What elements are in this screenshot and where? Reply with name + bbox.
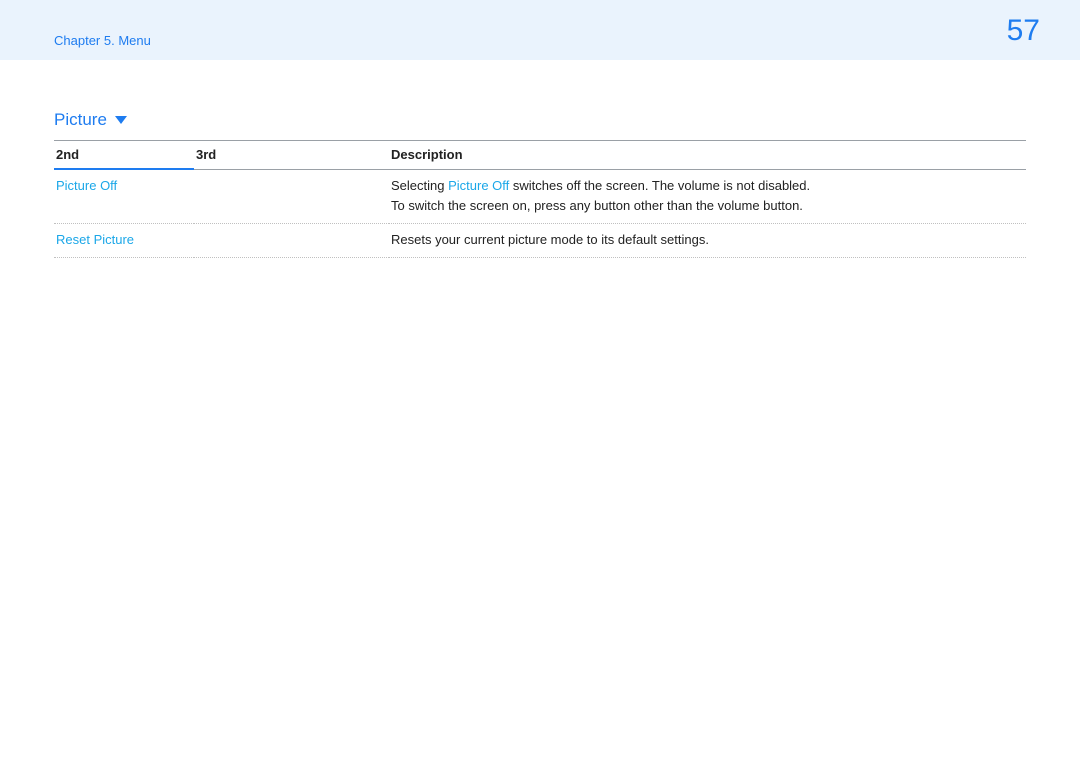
desc-line2: To switch the screen on, press any butto…	[391, 198, 803, 213]
cell-2nd: Reset Picture	[54, 224, 194, 258]
column-header-description: Description	[389, 141, 1026, 170]
cell-description: Resets your current picture mode to its …	[389, 224, 1026, 258]
table-row: Reset Picture Resets your current pictur…	[54, 224, 1026, 258]
desc-suffix: switches off the screen. The volume is n…	[509, 178, 810, 193]
cell-2nd: Picture Off	[54, 169, 194, 224]
cell-description: Selecting Picture Off switches off the s…	[389, 169, 1026, 224]
menu-table: 2nd 3rd Description Picture Off Selectin…	[54, 140, 1026, 258]
section-title-picture[interactable]: Picture	[54, 110, 127, 130]
desc-highlight: Picture Off	[448, 178, 509, 193]
desc-prefix: Selecting	[391, 178, 448, 193]
chapter-label: Chapter 5. Menu	[54, 33, 151, 48]
table-row: Picture Off Selecting Picture Off switch…	[54, 169, 1026, 224]
page-content: Picture 2nd 3rd Description Picture Off …	[0, 60, 1080, 258]
column-header-2nd: 2nd	[54, 141, 194, 170]
cell-3rd	[194, 224, 389, 258]
section-title-text: Picture	[54, 110, 107, 130]
cell-3rd	[194, 169, 389, 224]
page-number: 57	[1007, 14, 1040, 48]
column-header-3rd: 3rd	[194, 141, 389, 170]
chevron-down-icon	[115, 116, 127, 124]
page-header: Chapter 5. Menu 57	[0, 0, 1080, 60]
